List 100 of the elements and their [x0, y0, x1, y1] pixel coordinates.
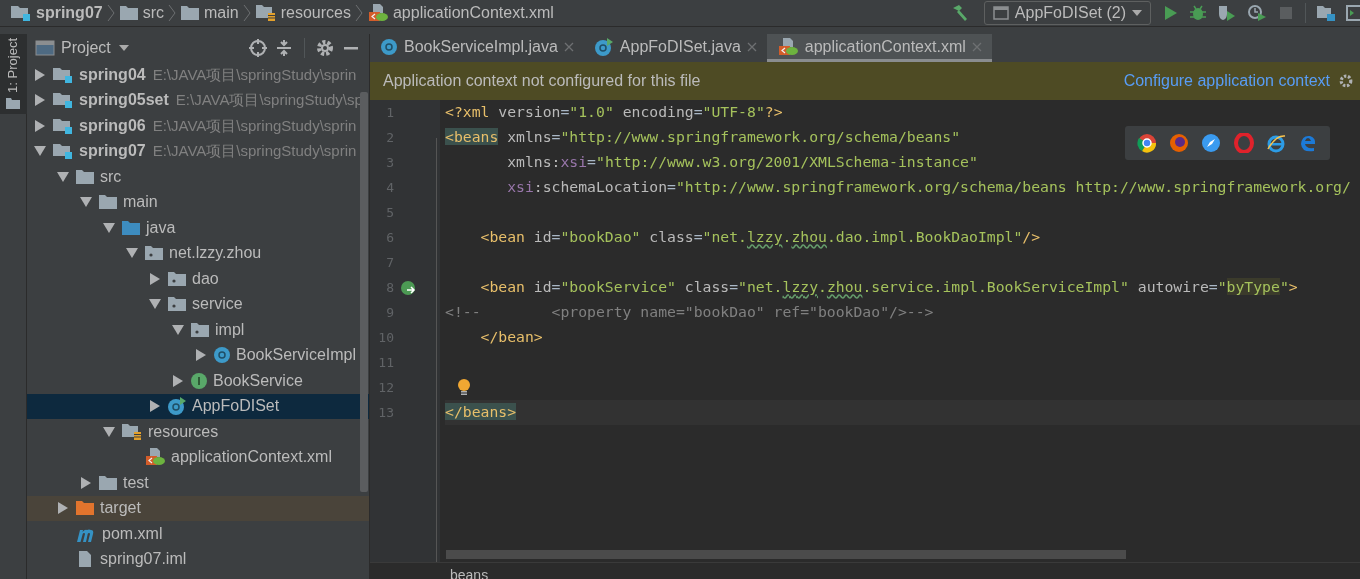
coverage-icon[interactable]	[1217, 4, 1237, 22]
xml-file-icon	[144, 448, 166, 467]
xml-file-icon	[366, 4, 389, 22]
resources-folder-icon	[254, 4, 277, 22]
expand-arrow-icon[interactable]	[34, 146, 46, 157]
code-line: <bean id="bookDao" class="net.lzzy.zhou.dao.impl.BookDaoImpl"/>	[479, 227, 1041, 248]
tree-item[interactable]: dao	[27, 266, 369, 292]
bug-icon[interactable]	[1189, 4, 1207, 22]
collapse-arrow-icon[interactable]	[81, 476, 91, 489]
breadcrumb-item[interactable]: resources	[280, 1, 351, 25]
project-structure-icon[interactable]	[1316, 4, 1336, 22]
tree-item[interactable]: main	[27, 189, 369, 215]
run-config-dropdown[interactable]: AppFoDISet (2)	[983, 1, 1151, 25]
tree-item[interactable]: impl	[27, 317, 369, 343]
bulb-icon[interactable]	[457, 378, 471, 397]
scrollbar[interactable]	[360, 92, 368, 492]
expand-arrow-icon[interactable]	[149, 299, 161, 310]
tree-item[interactable]: spring07.iml	[27, 546, 369, 572]
expand-arrow-icon[interactable]	[103, 222, 115, 233]
package-icon	[144, 245, 164, 262]
module-path: E:\JAVA项目\springStudy\sprin	[152, 64, 357, 85]
collapse-arrow-icon[interactable]	[150, 272, 160, 285]
breadcrumb-item[interactable]: applicationContext.xml	[392, 1, 554, 25]
tree-item[interactable]: spring07 E:\JAVA项目\springStudy\sprin	[27, 138, 369, 164]
tree-item[interactable]: test	[27, 470, 369, 496]
code-line: <beans xmlns="http://www.springframework.org/schema/beans"	[445, 127, 961, 148]
panel-icon[interactable]	[1346, 4, 1360, 22]
module-folder-icon	[52, 142, 74, 161]
tree-item[interactable]: net.lzzy.zhou	[27, 240, 369, 266]
settings-icon[interactable]	[315, 38, 335, 58]
class-icon	[167, 397, 187, 416]
tree-item[interactable]: spring06 E:\JAVA项目\springStudy\sprin	[27, 113, 369, 139]
window-icon	[992, 6, 1009, 20]
collapse-arrow-icon[interactable]	[35, 119, 45, 132]
tree-item[interactable]: target	[27, 495, 369, 521]
module-folder-icon	[52, 65, 74, 84]
editor-tab[interactable]: BookServiceImpl.java	[370, 34, 584, 62]
tree-item[interactable]: src	[27, 164, 369, 190]
collapse-arrow-icon[interactable]	[35, 94, 45, 107]
browser-icon[interactable]	[1265, 133, 1286, 153]
package-icon	[167, 270, 187, 287]
package-icon	[167, 296, 187, 313]
chevron-icon	[168, 4, 176, 22]
chevron-icon	[106, 4, 115, 22]
module-folder-icon	[52, 91, 74, 110]
collapse-arrow-icon[interactable]	[35, 68, 45, 81]
profiler-icon[interactable]	[1247, 4, 1267, 22]
banner-message: Application context not configured for this file	[383, 71, 701, 91]
resources-folder-icon	[121, 422, 143, 441]
code-line: xsi:schemaLocation="http://www.springframework.org/schema/beans http://www.springframework.org/	[506, 177, 1351, 198]
collapse-icon[interactable]	[274, 38, 294, 58]
tree-item[interactable]: BookService	[27, 368, 369, 394]
editor-tab[interactable]: applicationContext.xml	[766, 34, 992, 62]
horizontal-scrollbar[interactable]	[446, 550, 1126, 559]
expand-arrow-icon[interactable]	[57, 171, 69, 182]
folder-icon	[180, 5, 200, 21]
folder-icon	[6, 96, 20, 109]
window-icon	[35, 39, 55, 57]
class-icon	[593, 37, 614, 56]
tree-item[interactable]: AppFoDISet	[27, 393, 369, 419]
folder-icon	[98, 474, 118, 491]
caret-icon	[118, 45, 129, 51]
module-folder-icon	[10, 4, 32, 22]
folder-icon	[75, 168, 95, 185]
bean-gutter-icon[interactable]	[400, 279, 416, 296]
tree-item[interactable]: applicationContext.xml	[27, 444, 369, 470]
folder-icon	[121, 219, 141, 236]
tree-item[interactable]: pom.xml	[27, 521, 369, 547]
expand-arrow-icon[interactable]	[103, 426, 115, 437]
compass-icon[interactable]	[1201, 133, 1222, 153]
code-line: <bean id="bookService" class="net.lzzy.zhou.service.impl.BookServiceImpl" autowire="byType">	[479, 277, 1298, 298]
browser-icon[interactable]	[1137, 133, 1158, 153]
tree-item[interactable]: BookServiceImpl	[27, 342, 369, 368]
breadcrumb-item[interactable]: spring07	[36, 1, 103, 25]
collapse-arrow-icon[interactable]	[58, 502, 68, 515]
expand-arrow-icon[interactable]	[126, 248, 138, 259]
breadcrumb-item[interactable]: src	[142, 1, 164, 25]
editor-tab[interactable]: AppFoDISet.java	[583, 34, 767, 62]
interface-icon	[190, 371, 208, 390]
code-line: xmlns:xsi="http://www.w3.org/2001/XMLSchema-instance"	[506, 152, 978, 173]
expand-arrow-icon[interactable]	[80, 197, 92, 208]
expand-arrow-icon[interactable]	[172, 324, 184, 335]
tree-item[interactable]: spring04 E:\JAVA项目\springStudy\sprin	[27, 62, 369, 88]
collapse-arrow-icon[interactable]	[150, 400, 160, 413]
tree-item[interactable]: spring05set E:\JAVA项目\springStudy\sp	[27, 87, 369, 113]
caret-icon	[1132, 10, 1142, 16]
chevron-icon	[354, 4, 363, 22]
chevron-icon	[242, 4, 251, 22]
tree-item[interactable]: java	[27, 215, 369, 241]
configure-link[interactable]: Configure application context	[1123, 69, 1330, 93]
breadcrumb-item[interactable]: main	[204, 1, 239, 25]
project-tool-tab[interactable]: 1: Project	[0, 34, 27, 114]
view-selector[interactable]: Project	[61, 36, 129, 60]
tree-item[interactable]: resources	[27, 419, 369, 445]
collapse-arrow-icon[interactable]	[173, 374, 183, 387]
settings-icon[interactable]	[1338, 73, 1354, 89]
tree-item[interactable]: service	[27, 291, 369, 317]
locate-icon[interactable]	[248, 38, 268, 58]
class-icon	[380, 37, 398, 56]
collapse-arrow-icon[interactable]	[196, 349, 206, 362]
